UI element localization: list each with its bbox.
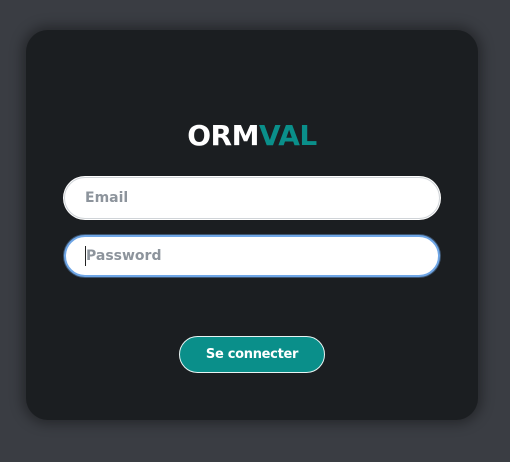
password-field[interactable] [64,235,440,277]
brand-logo: ORMVAL [26,122,478,150]
logo-text-orm: ORM [187,119,259,152]
text-cursor [85,246,86,266]
login-button[interactable]: Se connecter [179,336,325,373]
email-field[interactable] [64,177,440,219]
logo-text-val: VAL [258,119,317,152]
